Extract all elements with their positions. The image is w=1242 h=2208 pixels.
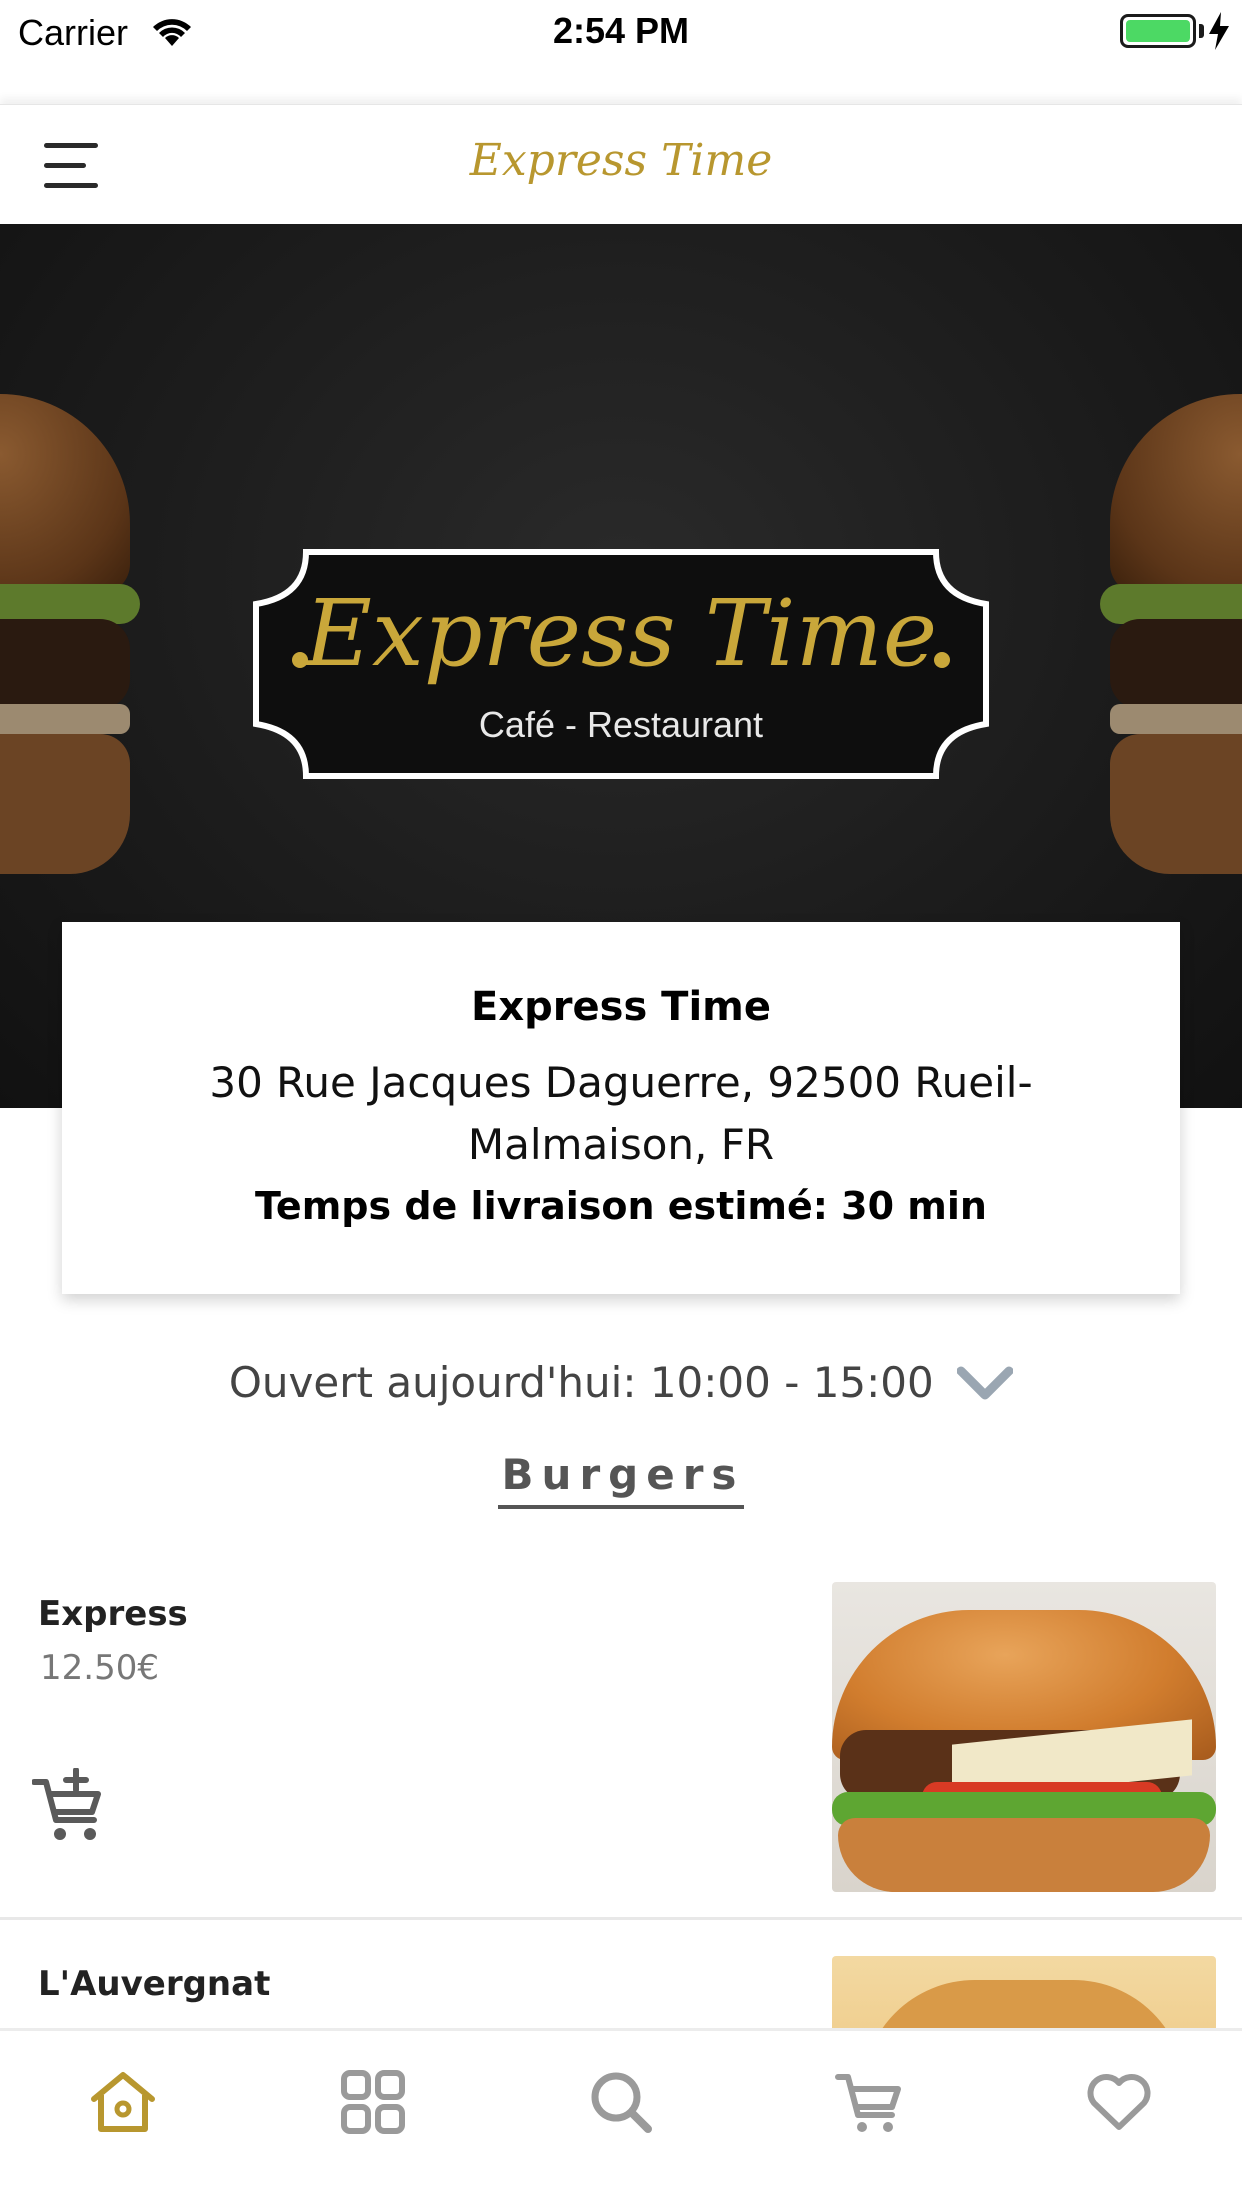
category-title-label: Burgers	[497, 1450, 745, 1509]
restaurant-info-card: Express Time 30 Rue Jacques Daguerre, 92…	[62, 922, 1180, 1294]
tab-categories[interactable]	[338, 2067, 408, 2137]
tab-search[interactable]	[586, 2067, 656, 2137]
heart-icon	[1087, 2074, 1151, 2130]
battery-tip	[1199, 24, 1204, 38]
battery-icon	[1120, 14, 1196, 48]
product-name: Express	[38, 1594, 188, 1634]
product-image	[832, 1582, 1216, 1892]
tab-favorites[interactable]	[1084, 2067, 1154, 2137]
tab-home[interactable]	[88, 2067, 158, 2137]
tab-bar	[0, 2028, 1242, 2208]
product-name: L'Auvergnat	[38, 1964, 271, 2004]
product-item[interactable]: Express 12.50€	[0, 1568, 1242, 1920]
burger-photo-right	[1100, 394, 1242, 914]
grid-icon	[341, 2070, 405, 2134]
product-image	[832, 1956, 1216, 2030]
status-bar: Carrier 2:54 PM	[0, 0, 1242, 62]
opening-hours-text: Ouvert aujourd'hui: 10:00 - 15:00	[228, 1358, 934, 1407]
chevron-down-icon	[957, 1366, 1014, 1399]
home-icon	[91, 2072, 155, 2132]
opening-hours-toggle[interactable]: Ouvert aujourd'hui: 10:00 - 15:00	[0, 1355, 1242, 1415]
nav-title: Express Time	[469, 135, 773, 186]
status-time: 2:54 PM	[552, 10, 690, 51]
restaurant-name: Express Time	[471, 984, 771, 1030]
logo-name: Express Time	[304, 580, 938, 687]
nav-bar: Express Time	[0, 104, 1242, 224]
add-to-cart-icon[interactable]	[32, 1768, 108, 1844]
restaurant-address: 30 Rue Jacques Daguerre, 92500 Rueil-Mal…	[209, 1058, 1033, 1169]
burger-photo-left	[0, 394, 140, 914]
tab-cart[interactable]	[834, 2067, 904, 2137]
cart-icon	[835, 2074, 901, 2132]
product-price: 12.50€	[40, 1648, 159, 1688]
restaurant-logo: Express Time Café - Restaurant	[246, 524, 996, 804]
product-item[interactable]: L'Auvergnat	[0, 1922, 1242, 2030]
category-title: Burgers	[0, 1450, 1242, 1509]
charging-bolt-icon	[1209, 12, 1229, 50]
logo-subtitle: Café - Restaurant	[478, 704, 764, 745]
search-icon	[591, 2072, 652, 2133]
delivery-time: Temps de livraison estimé: 30 min	[255, 1184, 987, 1228]
